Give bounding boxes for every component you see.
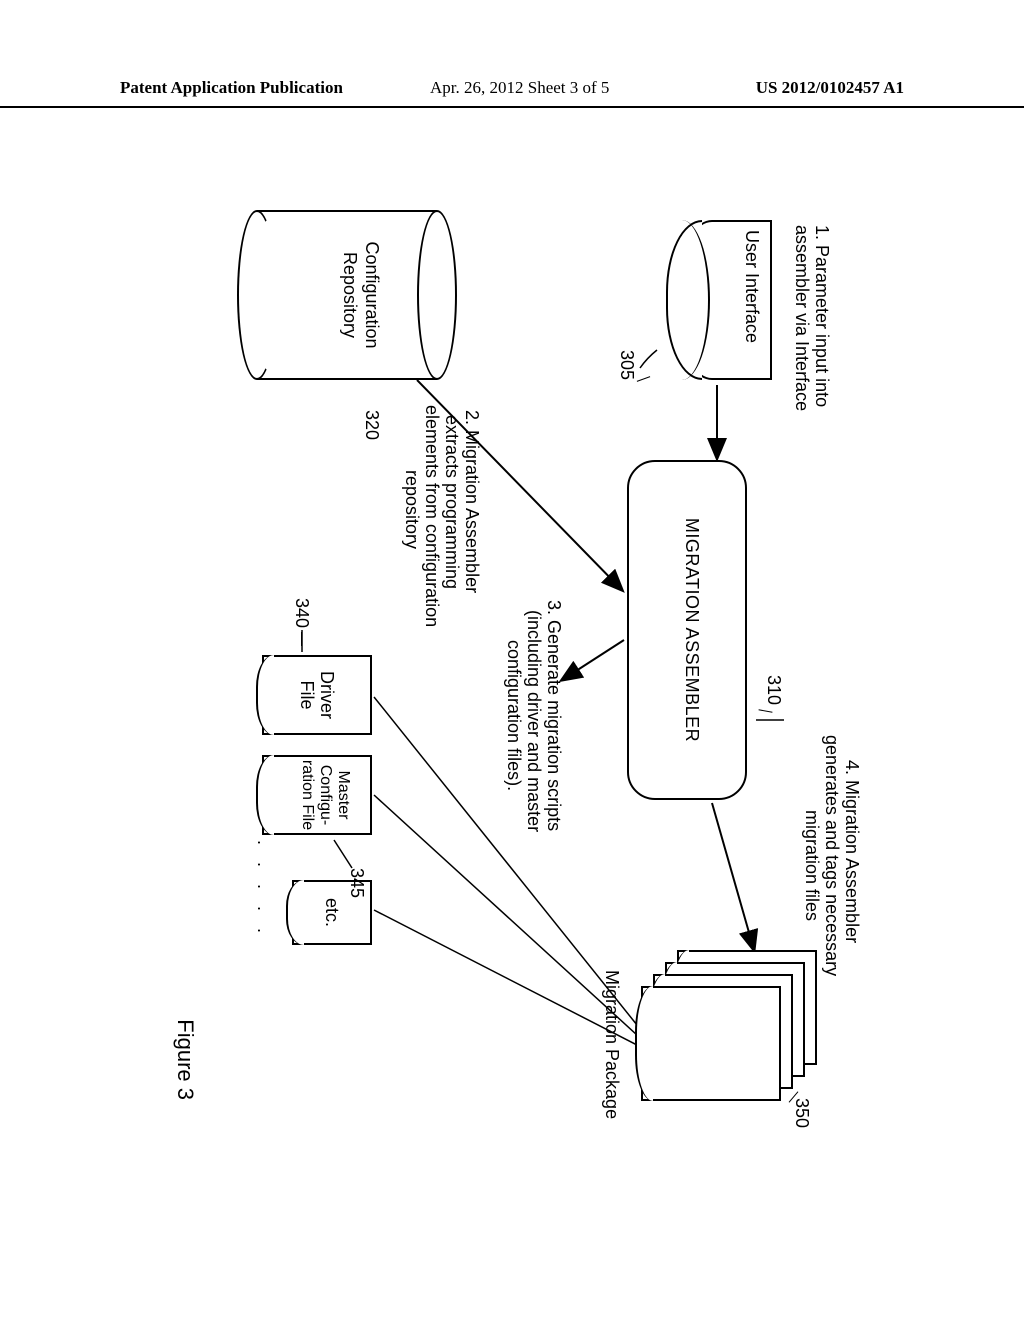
configuration-repository-label-2: Repository: [339, 220, 360, 370]
step-1-line-1: 1. Parameter input into: [811, 225, 832, 407]
ref-345: 345: [346, 868, 367, 898]
user-interface-label: User Interface: [741, 230, 762, 343]
page: Patent Application Publication Apr. 26, …: [0, 0, 1024, 1320]
configuration-repository-label-1: Configuration: [361, 220, 382, 370]
etc-file-label: etc.: [321, 880, 342, 945]
header-publication-type: Patent Application Publication: [120, 78, 343, 98]
header-date-sheet: Apr. 26, 2012 Sheet 3 of 5: [430, 78, 609, 98]
figure-3: User Interface MIGRATION ASSEMBLER Confi…: [162, 180, 862, 1140]
step-2-line-1: 2. Migration Assembler: [461, 410, 482, 593]
ref-320: 320: [361, 410, 382, 440]
ref-340: 340: [291, 598, 312, 628]
header-publication-number: US 2012/0102457 A1: [756, 78, 904, 98]
ellipsis-dots: . . . . .: [253, 840, 274, 939]
step-4-line-3: migration files: [801, 810, 822, 921]
step-1-line-2: assembler via Interface: [791, 225, 812, 411]
migration-assembler-label: MIGRATION ASSEMBLER: [681, 480, 702, 780]
migration-package-label: Migration Package: [601, 970, 622, 1119]
figure-label: Figure 3: [172, 1019, 198, 1100]
driver-file-label-1: Driver: [316, 655, 337, 735]
master-config-label-2: Configu-: [316, 755, 334, 835]
step-4-line-1: 4. Migration Assembler: [841, 760, 862, 943]
step-2-line-4: repository: [401, 470, 422, 549]
driver-file-label-2: File: [296, 655, 317, 735]
step-2-line-2: extracts programming: [441, 415, 462, 589]
step-3-line-3: configuration files).: [503, 640, 524, 791]
ref-305: 305: [616, 350, 637, 380]
ref-350: 350: [791, 1098, 812, 1128]
step-3-line-2: (including driver and master: [523, 610, 544, 832]
step-2-line-3: elements from configuration: [421, 405, 442, 627]
step-4-line-2: generates and tags necessary: [821, 735, 842, 976]
page-header: Patent Application Publication Apr. 26, …: [0, 78, 1024, 108]
master-config-label-1: Master: [334, 755, 352, 835]
master-config-label-3: ration File: [298, 755, 316, 835]
step-3-line-1: 3. Generate migration scripts: [543, 600, 564, 831]
figure-3-container: User Interface MIGRATION ASSEMBLER Confi…: [162, 180, 862, 1140]
ref-310: 310: [763, 675, 784, 705]
